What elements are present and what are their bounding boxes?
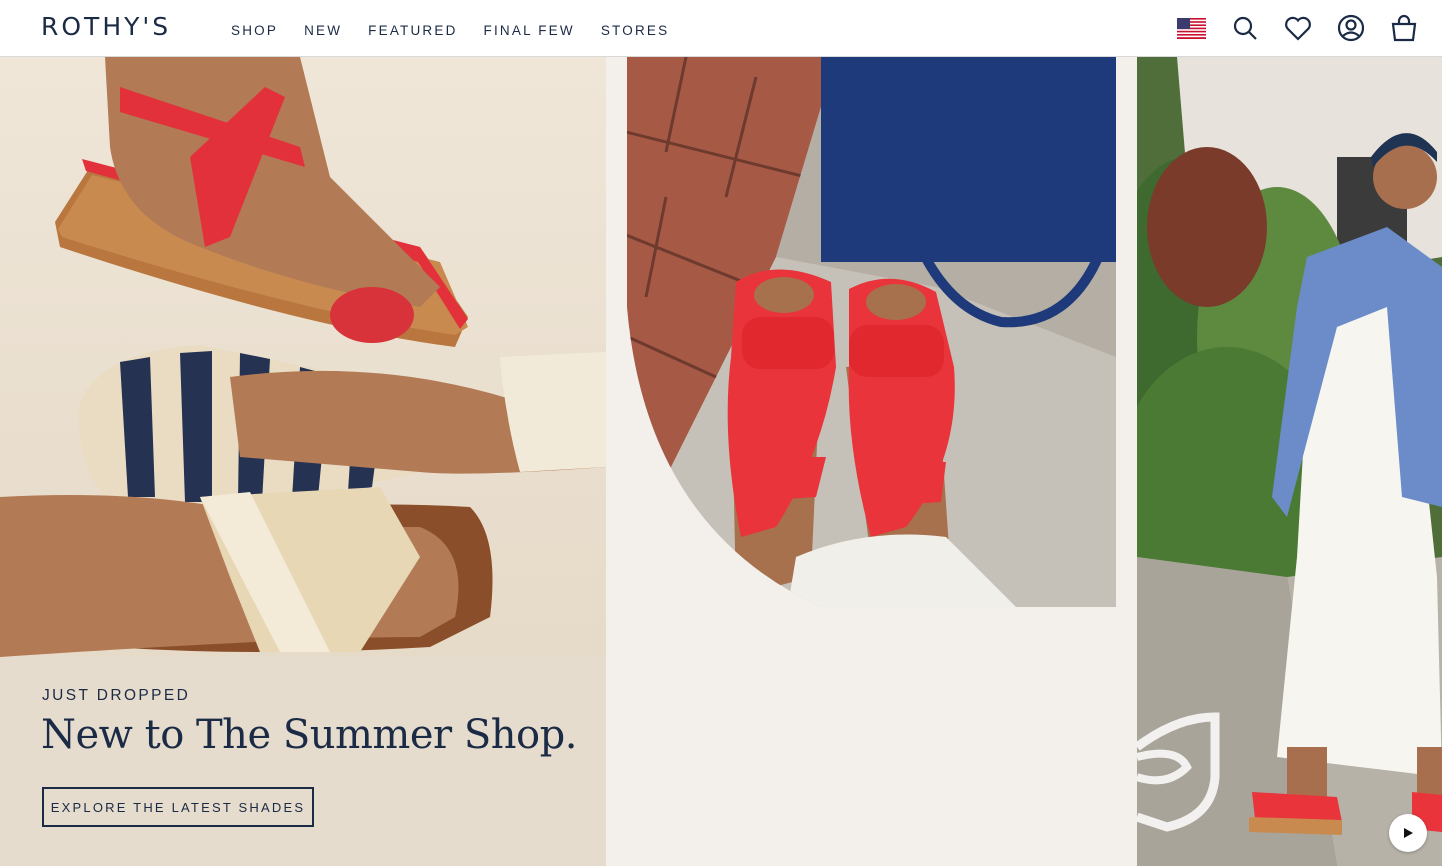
nav-item-new[interactable]: NEW xyxy=(304,23,342,38)
us-flag-icon[interactable] xyxy=(1177,17,1206,39)
lifestyle-panel-sandals xyxy=(606,57,1137,866)
nav-item-shop[interactable]: SHOP xyxy=(231,23,278,38)
nav-item-featured[interactable]: FEATURED xyxy=(368,23,457,38)
explore-shades-button[interactable]: EXPLORE THE LATEST SHADES xyxy=(42,787,314,827)
brand-logo[interactable]: ROTHY'S xyxy=(41,12,171,41)
shopping-bag-icon[interactable] xyxy=(1386,10,1422,46)
search-icon[interactable] xyxy=(1227,10,1263,46)
hero-eyebrow: JUST DROPPED xyxy=(42,687,191,704)
main-nav: SHOP NEW FEATURED FINAL FEW STORES xyxy=(231,23,695,38)
utility-icons xyxy=(1177,10,1422,46)
lifestyle-panel-outdoor xyxy=(1137,57,1442,866)
hero-headline: New to The Summer Shop. xyxy=(41,712,577,758)
sandals-on-step-image xyxy=(606,57,1137,866)
play-icon[interactable] xyxy=(1389,814,1427,852)
site-header: ROTHY'S SHOP NEW FEATURED FINAL FEW STOR… xyxy=(0,0,1442,57)
account-icon[interactable] xyxy=(1333,10,1369,46)
nav-item-final-few[interactable]: FINAL FEW xyxy=(484,23,575,38)
hero-panel: JUST DROPPED New to The Summer Shop. EXP… xyxy=(0,57,606,866)
nav-item-stores[interactable]: STORES xyxy=(601,23,669,38)
outdoor-model-image xyxy=(1137,57,1442,866)
heart-icon[interactable] xyxy=(1280,10,1316,46)
